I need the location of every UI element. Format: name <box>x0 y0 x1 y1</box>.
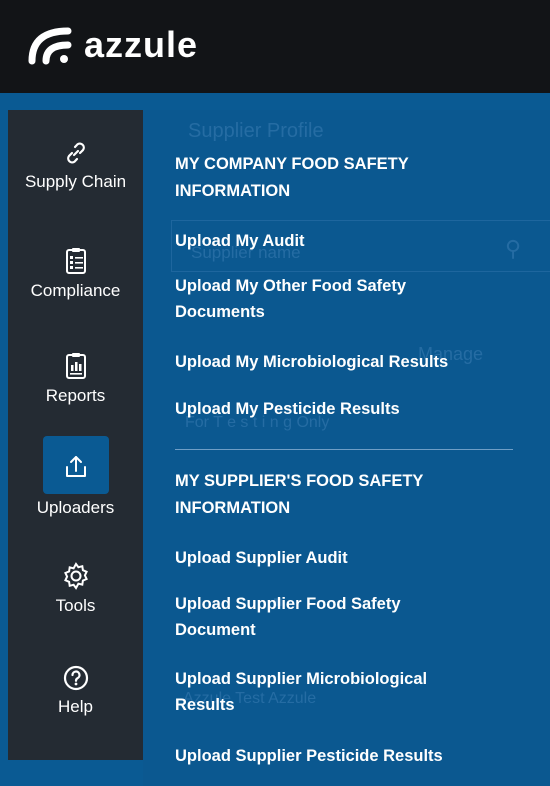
header-accent-strip <box>0 93 550 110</box>
azzule-logo[interactable]: azzule <box>28 24 198 66</box>
brand-name: azzule <box>84 24 199 65</box>
sidebar-item-label: Compliance <box>30 281 121 300</box>
sidebar-item-label: Tools <box>55 596 96 615</box>
company-section-heading: MY COMPANY FOOD SAFETY INFORMATION <box>175 155 409 200</box>
logo-mark-icon <box>28 27 72 65</box>
top-bar: azzule <box>0 0 550 93</box>
menu-divider <box>175 449 513 450</box>
upload-supplier-pesticide-results-link[interactable]: Upload Supplier Pesticide Results <box>175 743 505 769</box>
upload-my-other-docs-link[interactable]: Upload My Other Food Safety Documents <box>175 273 475 325</box>
help-icon <box>63 665 88 691</box>
sidebar-item-label: Uploaders <box>36 498 115 517</box>
upload-supplier-food-safety-doc-link[interactable]: Upload Supplier Food Safety Document <box>175 591 445 643</box>
sidebar-item-tools[interactable]: Tools <box>8 562 143 616</box>
sidebar-item-compliance[interactable]: Compliance <box>8 247 143 301</box>
sidebar-item-reports[interactable]: Reports <box>8 352 143 406</box>
sidebar-item-uploaders[interactable]: Uploaders <box>8 454 143 518</box>
upload-supplier-micro-results-link[interactable]: Upload Supplier Microbiological Results <box>175 666 465 718</box>
sidebar-item-label: Supply Chain <box>24 172 127 191</box>
sidebar-item-help[interactable]: Help <box>8 665 143 717</box>
sidebar-item-label: Help <box>58 697 93 716</box>
clipboard-icon <box>65 248 86 274</box>
report-icon <box>65 353 86 379</box>
supplier-section-heading: MY SUPPLIER'S FOOD SAFETY INFORMATION <box>175 472 424 517</box>
uploaders-menu: MY COMPANY FOOD SAFETY INFORMATION Uploa… <box>143 110 550 786</box>
sidebar-item-supply-chain[interactable]: Supply Chain <box>8 140 143 192</box>
upload-supplier-audit-link[interactable]: Upload Supplier Audit <box>175 545 505 571</box>
gear-icon <box>63 562 88 590</box>
upload-my-audit-link[interactable]: Upload My Audit <box>175 228 505 254</box>
sidebar-item-label: Reports <box>45 386 106 405</box>
link-icon <box>66 142 85 164</box>
upload-my-micro-results-link[interactable]: Upload My Microbiological Results <box>175 349 505 375</box>
upload-icon <box>65 456 86 477</box>
sidebar: Supply Chain Compliance Reports Uploader… <box>8 110 143 760</box>
upload-my-pesticide-results-link[interactable]: Upload My Pesticide Results <box>175 396 505 422</box>
